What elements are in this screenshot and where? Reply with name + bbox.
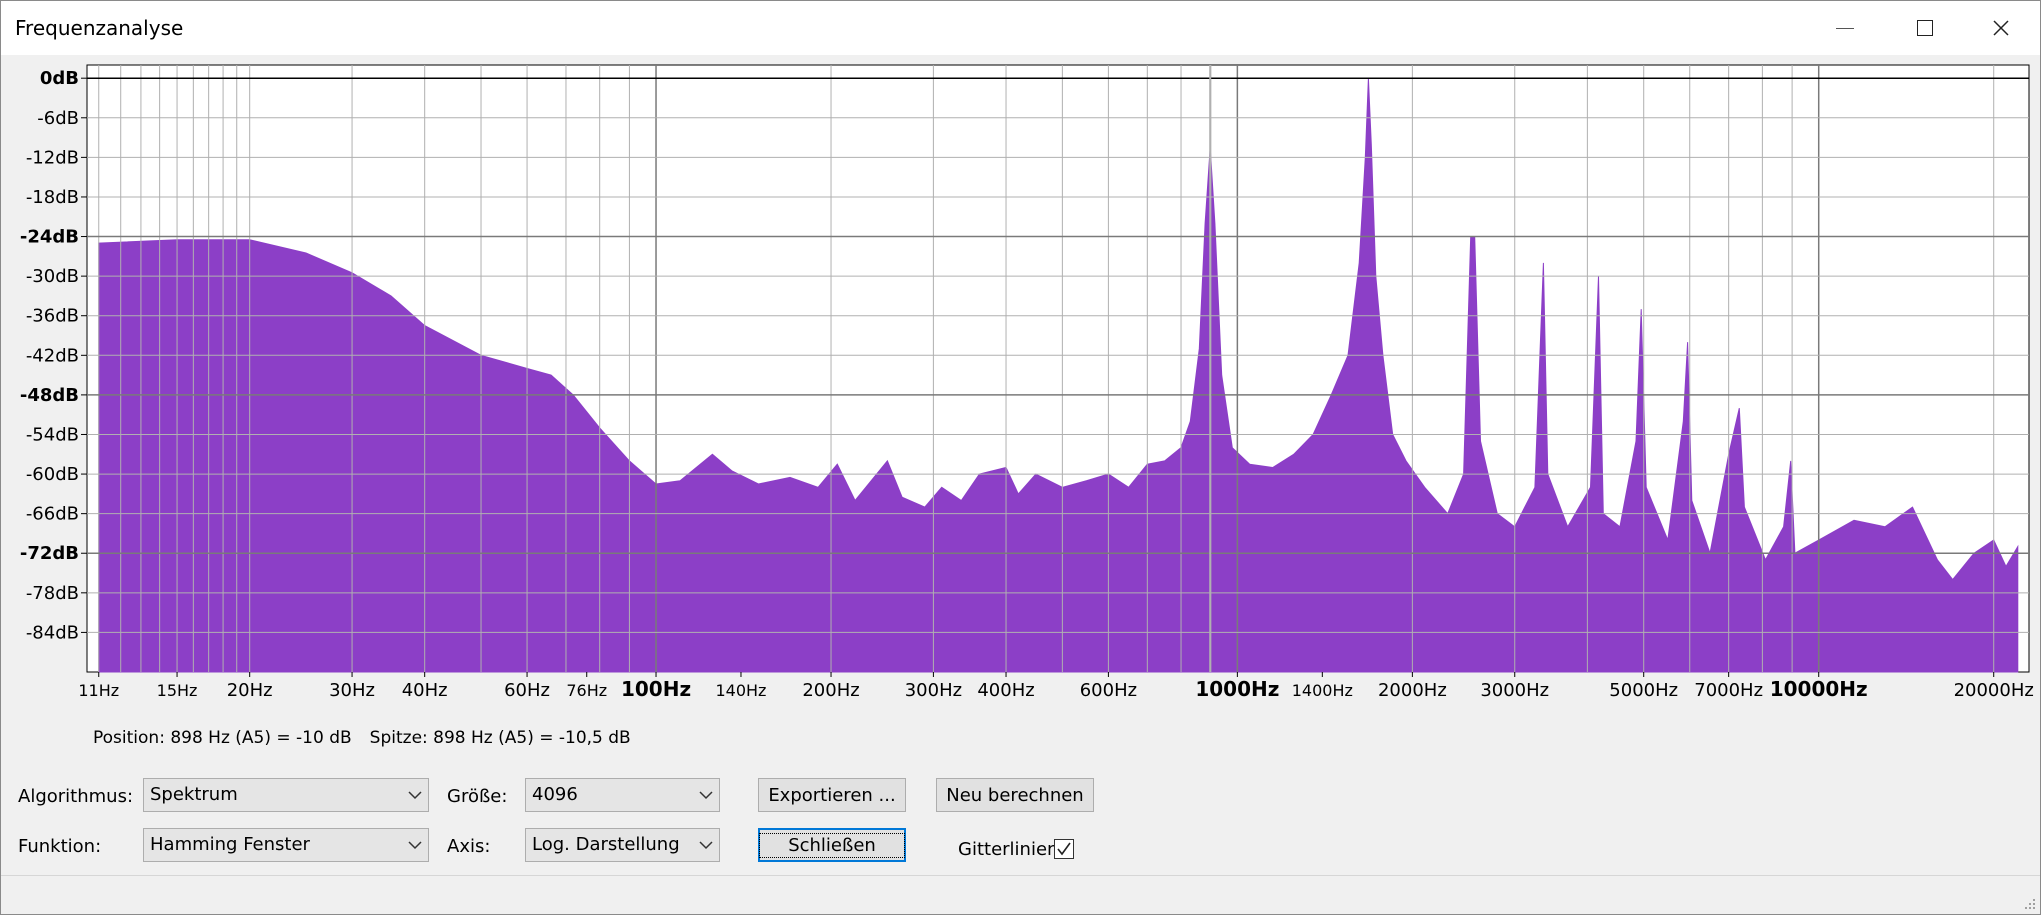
x-tick-label: 40Hz [402,680,448,701]
x-tick-label: 11Hz [78,681,119,700]
size-select[interactable]: 4096 [525,778,720,812]
maximize-icon [1917,20,1933,36]
y-tick-label: -18dB [26,187,79,208]
gridlines-checkbox[interactable] [1054,839,1074,859]
y-tick-label: -6dB [37,108,79,129]
window-title: Frequenzanalyse [15,16,184,40]
status-bar-divider [1,875,2040,876]
x-tick-label: 7000Hz [1694,680,1763,701]
x-tick-label: 76Hz [566,681,607,700]
chevron-down-icon [408,829,422,861]
x-tick-label: 300Hz [905,680,962,701]
function-label: Funktion: [18,836,102,857]
x-tick-label: 140Hz [715,681,766,700]
title-bar: Frequenzanalyse [1,1,2040,55]
x-tick-label: 20000Hz [1954,680,2034,701]
y-tick-label: -66dB [26,504,79,525]
algorithm-label: Algorithmus: [18,786,134,807]
x-tick-label: 400Hz [977,680,1034,701]
recalculate-button[interactable]: Neu berechnen [936,778,1094,812]
x-tick-label: 60Hz [504,680,550,701]
y-tick-label: -72dB [20,543,79,564]
x-tick-label: 1400Hz [1292,681,1353,700]
x-tick-label: 3000Hz [1480,680,1549,701]
algorithm-value: Spektrum [150,784,238,805]
x-tick-label: 1000Hz [1195,677,1279,701]
y-tick-label: -42dB [26,345,79,366]
close-button-label: Schließen [759,832,905,858]
gridlines-label: Gitterlinien [958,839,1059,860]
y-tick-label: -60dB [26,464,79,485]
frequency-analysis-window: Frequenzanalyse 0dB -6dB -12dB -18dB -24dB -3… [0,0,2041,915]
function-select[interactable]: Hamming Fenster [143,828,429,862]
y-tick-label: -48dB [20,385,79,406]
algorithm-select[interactable]: Spektrum [143,778,429,812]
x-tick-label: 100Hz [621,677,691,701]
peak-readout: Spitze: 898 Hz (A5) = -10,5 dB [369,728,631,748]
size-value: 4096 [532,784,578,805]
chevron-down-icon [408,779,422,811]
chevron-down-icon [699,779,713,811]
close-button[interactable]: Schließen [758,828,906,862]
x-tick-label: 20Hz [227,680,273,701]
size-label: Größe: [447,786,508,807]
minimize-button[interactable] [1805,1,1885,55]
close-window-button[interactable] [1961,1,2041,55]
x-tick-label: 5000Hz [1609,680,1678,701]
y-tick-label: -84dB [26,622,79,643]
minimize-icon [1836,27,1854,29]
readout-line: Position: 898 Hz (A5) = -10 dB Spitze: 89… [93,728,649,748]
spectrum-chart[interactable]: 0dB -6dB -12dB -18dB -24dB -30dB -36dB -42dB -48… [1,57,2041,707]
position-readout: Position: 898 Hz (A5) = -10 dB [93,728,352,748]
axis-select[interactable]: Log. Darstellung [525,828,720,862]
y-tick-label: 0dB [40,68,79,89]
x-tick-label: 10000Hz [1770,677,1868,701]
spectrum-plot[interactable]: 0dB -6dB -12dB -18dB -24dB -30dB -36dB -42dB -48… [1,57,2041,707]
x-tick-label: 200Hz [802,680,859,701]
maximize-button[interactable] [1885,1,1965,55]
y-tick-label: -30dB [26,266,79,287]
resize-grip-icon[interactable] [2022,896,2036,910]
checkmark-icon [1057,842,1071,856]
function-value: Hamming Fenster [150,834,310,855]
export-button[interactable]: Exportieren ... [758,778,906,812]
x-tick-label: 30Hz [329,680,375,701]
x-tick-label: 2000Hz [1378,680,1447,701]
y-tick-label: -36dB [26,306,79,327]
axis-label: Axis: [447,836,491,857]
axis-value: Log. Darstellung [532,834,680,855]
y-tick-label: -24dB [20,227,79,248]
y-tick-label: -54dB [26,424,79,445]
x-tick-label: 15Hz [157,681,198,700]
y-tick-label: -78dB [26,583,79,604]
close-icon [1993,20,2009,36]
x-tick-label: 600Hz [1080,680,1137,701]
chevron-down-icon [699,829,713,861]
y-tick-label: -12dB [26,147,79,168]
